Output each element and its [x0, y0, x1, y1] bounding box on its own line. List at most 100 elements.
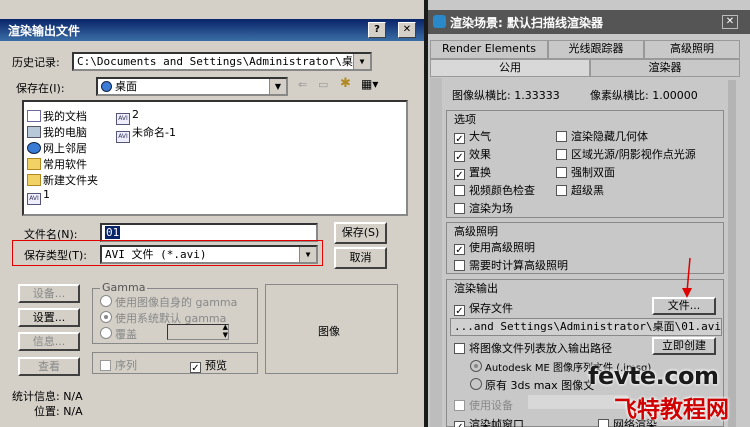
- history-value: C:\Documents and Settings\Administrator\…: [77, 55, 364, 68]
- checkbox-checked-icon: ✓: [454, 305, 465, 317]
- list-item[interactable]: 新建文件夹: [27, 172, 98, 188]
- scroll-track[interactable]: [430, 78, 442, 427]
- use-device-checkbox[interactable]: 使用设备: [454, 397, 513, 413]
- avi-file-icon: AVI: [27, 193, 41, 205]
- file-list[interactable]: 我的文档 我的电脑 网上邻居 常用软件 新建文件夹 AVI 1 AVI 2 AVI 未…: [22, 100, 408, 216]
- chevron-down-icon[interactable]: ▼: [353, 54, 370, 69]
- option-render-hidden[interactable]: 渲染隐藏几何体: [556, 128, 648, 144]
- image-preview-box: 图像: [265, 284, 398, 374]
- gamma-option-override[interactable]: 覆盖: [100, 326, 137, 342]
- filetype-label: 保存类型(T):: [24, 249, 88, 262]
- radio-selected-icon: [100, 311, 112, 323]
- radio-icon: [470, 378, 482, 390]
- devices-button[interactable]: 设备...: [18, 284, 80, 303]
- view-menu-icon[interactable]: ▦▾: [361, 77, 378, 91]
- close-button[interactable]: ✕: [398, 22, 416, 38]
- panel-titlebar: 渲染场景: 默认扫描线渲染器 ✕: [428, 10, 750, 34]
- location-label: 位置: N/A: [34, 405, 83, 418]
- computer-icon: [27, 126, 41, 138]
- tab-common[interactable]: 公用: [430, 59, 590, 77]
- setup-button[interactable]: 设置...: [18, 308, 80, 327]
- up-folder-icon[interactable]: ▭: [318, 78, 328, 91]
- render-output-file-dialog: 渲染输出文件 ? ✕ 历史记录: C:\Documents and Settin…: [0, 0, 424, 427]
- documents-icon: [27, 110, 41, 122]
- spinner-arrows-icon[interactable]: ▲ ▼: [223, 323, 228, 339]
- option-render-to-fields[interactable]: 渲染为场: [454, 200, 513, 216]
- checkbox-checked-icon: ✓: [454, 244, 465, 256]
- checkbox-icon: [100, 360, 111, 371]
- option-video-color-check[interactable]: 视频颜色检查: [454, 182, 535, 198]
- gamma-option-own[interactable]: 使用图像自身的 gamma: [100, 294, 237, 310]
- sequence-checkbox[interactable]: 序列: [100, 357, 137, 373]
- option-displacement[interactable]: ✓ 置换: [454, 164, 491, 181]
- checkbox-icon: [556, 167, 567, 178]
- checkbox-icon: [556, 185, 567, 196]
- desktop-icon: [101, 81, 112, 92]
- list-item[interactable]: 常用软件: [27, 156, 87, 172]
- checkbox-icon: [454, 203, 465, 214]
- tab-renderer[interactable]: 渲染器: [590, 59, 740, 77]
- network-icon: [27, 142, 41, 154]
- checkbox-icon: [454, 400, 465, 411]
- checkbox-icon: [556, 149, 567, 160]
- save-in-label: 保存在(I):: [16, 82, 65, 95]
- watermark: fevte.com 飞特教程网: [586, 362, 750, 427]
- save-button[interactable]: 保存(S): [334, 222, 387, 244]
- output-title: 渲染输出: [454, 282, 498, 295]
- tab-advanced-lighting[interactable]: 高级照明: [644, 40, 740, 59]
- list-item[interactable]: 我的电脑: [27, 124, 87, 140]
- aspect-label: 图像纵横比: 1.33333: [452, 89, 560, 102]
- folder-icon: [27, 174, 41, 186]
- watermark-domain: fevte.com: [588, 362, 719, 390]
- legacy-imsq-option[interactable]: 原有 3ds max 图像文: [470, 377, 594, 393]
- radio-selected-icon: [470, 360, 482, 372]
- dialog-titlebar: 渲染输出文件 ? ✕: [0, 19, 424, 41]
- save-file-checkbox[interactable]: ✓ 保存文件: [454, 300, 513, 317]
- info-button[interactable]: 信息...: [18, 332, 80, 351]
- output-path-field[interactable]: ...and Settings\Administrator\桌面\01.avi: [450, 318, 722, 336]
- option-super-black[interactable]: 超级黑: [556, 182, 604, 198]
- option-effects[interactable]: ✓ 效果: [454, 146, 491, 163]
- tab-raytracer[interactable]: 光线跟踪器: [548, 40, 644, 59]
- filename-value: 01: [105, 226, 121, 239]
- list-item[interactable]: 我的文档: [27, 108, 87, 124]
- list-item[interactable]: AVI 未命名-1: [116, 124, 176, 143]
- chevron-down-icon[interactable]: ▼: [299, 247, 316, 262]
- options-title: 选项: [454, 113, 476, 126]
- stats-label: 统计信息: N/A: [12, 390, 83, 403]
- checkbox-checked-icon: ✓: [454, 169, 465, 181]
- gamma-title: Gamma: [100, 281, 148, 294]
- folder-icon: [27, 158, 41, 170]
- option-atmospherics[interactable]: ✓ 大气: [454, 128, 491, 145]
- avi-file-icon: AVI: [116, 131, 130, 143]
- view-button[interactable]: 查看: [18, 357, 80, 376]
- chevron-down-icon[interactable]: ▼: [269, 79, 286, 94]
- list-item[interactable]: AVI 1: [27, 188, 50, 205]
- app-logo-icon: [433, 15, 446, 28]
- filetype-value: AVI 文件 (*.avi): [105, 248, 207, 261]
- red-arrow-icon: [682, 257, 692, 298]
- option-use-advanced-lighting[interactable]: ✓ 使用高级照明: [454, 239, 535, 256]
- tab-render-elements[interactable]: Render Elements: [430, 40, 548, 59]
- cancel-button[interactable]: 取消: [334, 247, 387, 269]
- gamma-override-spinner[interactable]: ▲ ▼: [167, 323, 229, 340]
- image-label: 图像: [318, 325, 340, 338]
- create-now-button[interactable]: 立即创建: [652, 337, 716, 355]
- put-image-list-checkbox[interactable]: 将图像文件列表放入输出路径: [454, 340, 612, 356]
- option-compute-advanced-lighting[interactable]: 需要时计算高级照明: [454, 257, 568, 273]
- option-force-2sided[interactable]: 强制双面: [556, 164, 615, 180]
- render-frame-window-checkbox[interactable]: ✓渲染帧窗口: [454, 416, 524, 427]
- filetype-combo[interactable]: AVI 文件 (*.avi) ▼: [100, 245, 318, 264]
- close-icon[interactable]: ✕: [722, 15, 738, 29]
- option-area-lights[interactable]: 区域光源/阴影视作点光源: [556, 146, 696, 162]
- new-folder-icon[interactable]: ✱: [340, 76, 351, 91]
- back-icon[interactable]: ⇐: [298, 78, 307, 91]
- save-in-combo[interactable]: 桌面 ▼: [96, 77, 288, 96]
- radio-icon: [100, 295, 112, 307]
- help-button[interactable]: ?: [368, 22, 386, 38]
- history-combo[interactable]: C:\Documents and Settings\Administrator\…: [72, 52, 372, 71]
- list-item[interactable]: 网上邻居: [27, 140, 87, 156]
- list-item[interactable]: AVI 2: [116, 108, 139, 125]
- checkbox-icon: [454, 343, 465, 354]
- preview-checkbox[interactable]: ✓ 预览: [190, 357, 227, 374]
